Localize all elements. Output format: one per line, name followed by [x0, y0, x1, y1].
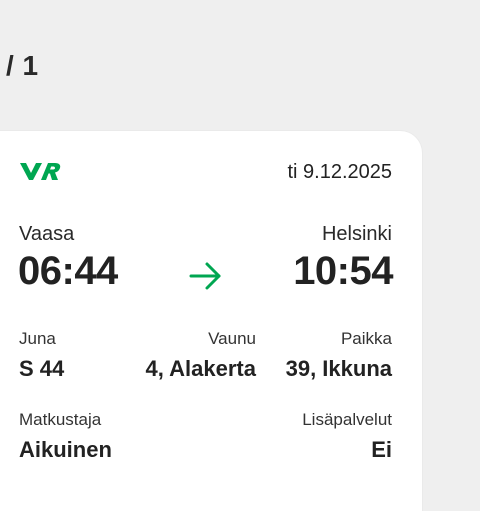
arrow-right-icon: [189, 262, 221, 290]
seat-label: Paikka: [340, 329, 392, 348]
ticket-card[interactable]: ti 9.12.2025 Vaasa Helsinki 06:44 10:54 …: [0, 131, 422, 511]
passenger-value: Aikuinen: [19, 437, 112, 462]
page-indicator: / 1: [6, 50, 39, 81]
car-label: Vaunu: [208, 329, 256, 348]
car-value: 4, Alakerta: [145, 356, 256, 381]
vr-logo: [20, 163, 61, 180]
train-value: S 44: [19, 356, 65, 381]
arrival-station: Helsinki: [321, 223, 392, 245]
departure-time: 06:44: [18, 249, 118, 293]
extras-value: Ei: [371, 437, 392, 462]
extras-label: Lisäpalvelut: [302, 410, 392, 429]
train-label: Juna: [19, 329, 56, 348]
passenger-label: Matkustaja: [19, 410, 102, 429]
arrival-time: 10:54: [293, 249, 393, 293]
travel-date: ti 9.12.2025: [287, 161, 392, 183]
departure-station: Vaasa: [19, 223, 75, 245]
seat-value: 39, Ikkuna: [285, 356, 392, 381]
